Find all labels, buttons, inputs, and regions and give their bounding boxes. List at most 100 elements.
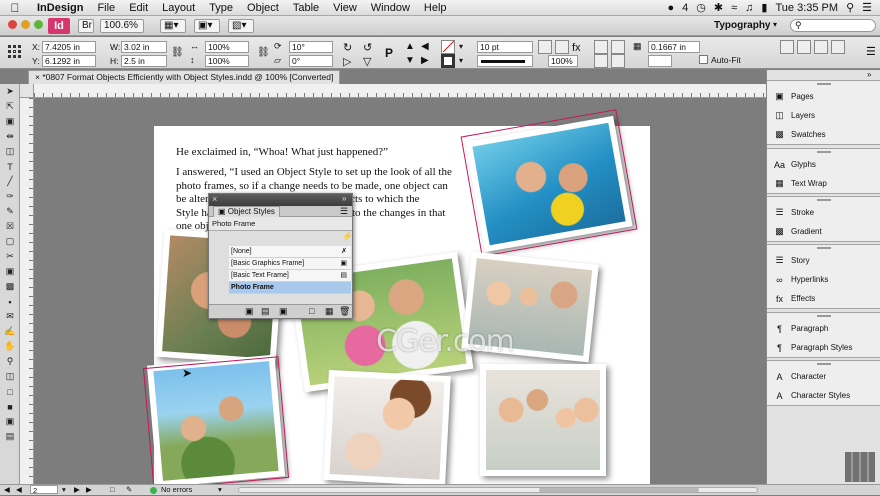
height-field[interactable]: 2.5 in (121, 55, 167, 67)
pasteboard[interactable]: He exclaimed in, “Whoa! What just happen… (34, 98, 766, 484)
width-field[interactable]: 3.02 in (121, 41, 167, 53)
panel-stroke[interactable]: ☰ Stroke (767, 203, 880, 222)
center-content-button[interactable] (611, 54, 625, 68)
photo-frame-family-portrait[interactable] (480, 364, 606, 476)
stroke-dropdown-icon[interactable]: ▾ (459, 56, 463, 65)
panel-text-wrap[interactable]: ▦ Text Wrap (767, 174, 880, 193)
scale-x-field[interactable]: 100% (205, 41, 249, 53)
rectangle-frame-tool-icon[interactable]: ☒ (0, 219, 20, 234)
rotate-ccw-button[interactable]: ↺ (363, 41, 372, 54)
rotation-angle-field[interactable]: 10° (289, 41, 333, 53)
stroke-weight-field[interactable]: 10 pt (477, 41, 533, 53)
type-tool-icon[interactable]: T (0, 159, 20, 174)
menu-table[interactable]: Table (286, 2, 326, 14)
panel-paragraph-styles[interactable]: ¶ Paragraph Styles (767, 338, 880, 357)
note-tool-icon[interactable]: ✉ (0, 309, 20, 324)
menu-edit[interactable]: Edit (122, 2, 155, 14)
panel-hyperlinks[interactable]: ∞ Hyperlinks (767, 270, 880, 289)
screen-mode-button[interactable]: ▣▾ (194, 19, 220, 33)
zoom-window-icon[interactable] (34, 20, 43, 29)
chevron-down-icon[interactable]: ▾ (773, 20, 777, 29)
page-dropdown-icon[interactable]: ▾ (62, 485, 66, 495)
close-window-icon[interactable] (8, 20, 17, 29)
align-center-button[interactable] (797, 40, 811, 54)
rotate-cw-button[interactable]: ↻ (343, 41, 352, 54)
menubar-clock[interactable]: Tue 3:35 PM (775, 2, 838, 14)
preflight-status-text[interactable]: No errors (161, 485, 192, 495)
zoom-level-select[interactable]: 100.6% (100, 19, 144, 33)
flip-horizontal-button[interactable]: ▷ (343, 55, 351, 68)
panel-layers[interactable]: ◫ Layers (767, 106, 880, 125)
object-styles-tab[interactable]: ▣ Object Styles (213, 206, 280, 217)
adobe-status-icon[interactable]: ● (668, 2, 675, 14)
align-left-button[interactable] (780, 40, 794, 54)
document-tab[interactable]: × *0807 Format Objects Efficiently with … (28, 70, 341, 84)
fill-stroke-icon[interactable]: ◫ (0, 369, 20, 384)
x-position-field[interactable]: 7.4205 in (42, 41, 96, 53)
first-page-icon[interactable]: ◀ (4, 485, 10, 495)
opacity-field[interactable]: 100% (548, 55, 578, 67)
constrain-proportions-icon[interactable]: ⛓ (171, 47, 184, 58)
panel-character-styles[interactable]: A Character Styles (767, 386, 880, 405)
stroke-swatch[interactable] (441, 54, 455, 68)
break-link-icon[interactable]: ▣ (279, 306, 288, 317)
shear-angle-field[interactable]: 0° (289, 55, 333, 67)
photo-frame-mother-baby[interactable] (323, 369, 451, 484)
view-options-button[interactable]: ▦▾ (160, 19, 186, 33)
menu-window[interactable]: Window (364, 2, 417, 14)
panel-menu-icon[interactable]: ☰ (866, 45, 876, 58)
next-page-icon[interactable]: ▶ (74, 485, 80, 495)
panel-story[interactable]: ☰ Story (767, 251, 880, 270)
formatting-affects-container-icon[interactable]: □ (0, 384, 20, 399)
minimize-window-icon[interactable] (21, 20, 30, 29)
hand-tool-icon[interactable]: ✋ (0, 339, 20, 354)
wifi-icon[interactable]: ≈ (731, 2, 737, 14)
menu-object[interactable]: Object (240, 2, 286, 14)
align-right-button[interactable] (814, 40, 828, 54)
direct-selection-tool-icon[interactable]: ⇱ (0, 99, 20, 114)
arrange-documents-button[interactable]: ▧▾ (228, 19, 254, 33)
style-row-basic-graphics[interactable]: [Basic Graphics Frame] ▣ (229, 258, 351, 270)
menu-layout[interactable]: Layout (155, 2, 202, 14)
new-style-group-icon[interactable]: □ (309, 306, 314, 316)
pen-tool-icon[interactable]: ✑ (0, 189, 20, 204)
y-position-field[interactable]: 6.1292 in (42, 55, 96, 67)
apple-menu-icon[interactable]:  (0, 1, 30, 15)
text-line[interactable]: I answered, “I used an Object Style to s… (176, 166, 466, 180)
time-machine-icon[interactable]: ◷ (696, 1, 706, 14)
apply-color-icon[interactable]: ■ (0, 399, 20, 414)
panel-character[interactable]: A Character (767, 367, 880, 386)
page-number-field[interactable]: 2 (30, 485, 58, 495)
gradient-swatch-tool-icon[interactable]: ▩ (0, 279, 20, 294)
paragraph-exclaimed[interactable]: He exclaimed in, “Whoa! What just happen… (176, 146, 466, 160)
scale-y-field[interactable]: 100% (205, 55, 249, 67)
collapse-dock-icon[interactable]: » (867, 70, 871, 79)
fit-frame-to-content-button[interactable] (594, 54, 608, 68)
fit-offset-field[interactable]: 0.1667 in (648, 41, 700, 53)
page-tool-icon[interactable]: ▣ (0, 114, 20, 129)
delete-style-icon[interactable]: 🗑 (339, 306, 350, 317)
eyedropper-tool-icon[interactable]: ✍ (0, 324, 20, 339)
vertical-ruler[interactable] (20, 98, 34, 484)
panel-swatches[interactable]: ▩ Swatches (767, 125, 880, 144)
scrollbar-thumb[interactable] (539, 488, 699, 492)
clear-attributes-icon[interactable]: ▤ (261, 306, 270, 317)
content-collector-icon[interactable]: ◫ (0, 144, 20, 159)
menu-help[interactable]: Help (417, 2, 454, 14)
fill-frame-proportionally-button[interactable] (611, 40, 625, 54)
new-style-icon[interactable]: ▦ (325, 306, 334, 317)
select-container-button[interactable]: ▲ (405, 41, 415, 52)
screen-mode-icon[interactable]: ▤ (0, 429, 20, 444)
pencil-tool-icon[interactable]: ✎ (0, 204, 20, 219)
auto-fit-checkbox[interactable] (699, 55, 708, 64)
fx-icon[interactable]: fx (572, 42, 581, 54)
scissors-tool-icon[interactable]: ✂ (0, 249, 20, 264)
fill-dropdown-icon[interactable]: ▾ (459, 42, 463, 51)
stroke-type-select[interactable] (477, 55, 533, 67)
line-tool-icon[interactable]: ╱ (0, 174, 20, 189)
horizontal-ruler[interactable] (34, 84, 766, 98)
panel-header[interactable]: × » (209, 194, 352, 206)
rectangle-tool-icon[interactable]: ▢ (0, 234, 20, 249)
close-panel-icon[interactable]: × (212, 194, 217, 204)
select-previous-button[interactable]: ◀ (421, 41, 429, 52)
